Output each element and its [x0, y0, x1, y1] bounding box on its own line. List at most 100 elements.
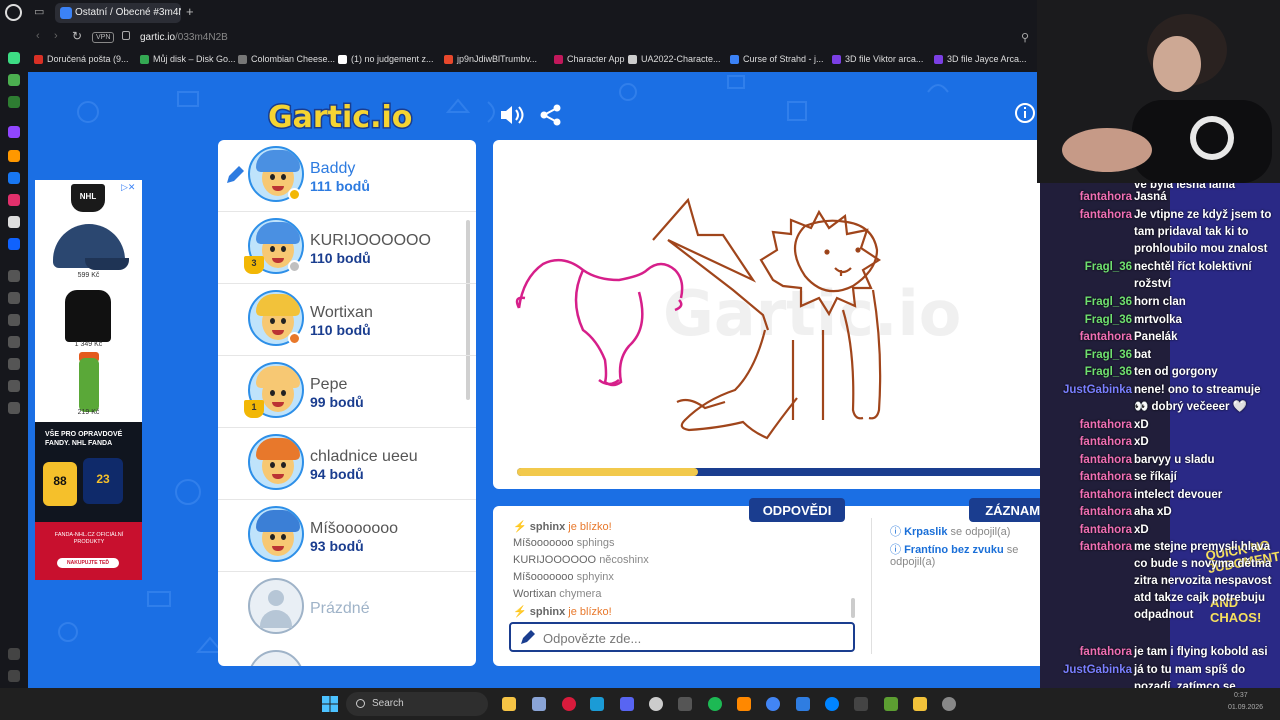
chat-username: JustGabinka: [1062, 663, 1132, 676]
nhl-advertisement[interactable]: NHL ▷✕ 599 Kč 1 349 Kč 219 Kč VŠE PRO OP…: [35, 180, 142, 580]
windows-start-icon[interactable]: [322, 696, 338, 712]
app-icon-2[interactable]: [649, 697, 663, 711]
sidebar-percent-icon[interactable]: [8, 150, 20, 162]
discord-icon[interactable]: [620, 697, 634, 711]
player-points: 111 bodů: [310, 178, 370, 194]
share-icon[interactable]: [540, 104, 562, 126]
forward-icon[interactable]: ›: [54, 30, 58, 42]
url-field[interactable]: gartic.io/033m4N2B: [140, 32, 228, 43]
lock-icon[interactable]: [122, 31, 130, 40]
ad-shop-button[interactable]: NAKUPUJTE TEĎ: [57, 558, 119, 568]
chat-text: nechtěl říct kolektivní rožství: [1134, 261, 1252, 290]
tab-records[interactable]: ZÁZNAMY: [969, 498, 1040, 522]
active-tab[interactable]: Ostatní / Obecné #3m4N2B: [55, 3, 181, 23]
app-icon-3[interactable]: [796, 697, 810, 711]
avatar-hair: [256, 222, 300, 244]
messenger-icon[interactable]: [825, 697, 839, 711]
sidebar-more-icon[interactable]: [8, 670, 20, 682]
chat-text: horn clan: [1134, 296, 1186, 308]
opera-logo-icon[interactable]: [5, 4, 22, 21]
sidebar-aria-icon[interactable]: [8, 74, 20, 86]
player-row[interactable]: Wortixan 110 bodů: [218, 284, 476, 356]
sidebar-box-icon[interactable]: [8, 380, 20, 392]
ad-banner[interactable]: VŠE PRO OPRAVDOVÉ FANDY. NHL FANDA 88 23…: [35, 422, 142, 580]
app-icon[interactable]: [532, 697, 546, 711]
answer-message: ⚡ sphinx je blízko!: [513, 605, 612, 618]
app-icon-4[interactable]: [854, 697, 868, 711]
sidebar-x-icon[interactable]: [8, 216, 20, 228]
bookmark-item[interactable]: Colombian Cheese...: [238, 54, 335, 64]
bookmark-item[interactable]: Character App: [554, 54, 625, 64]
bookmark-item[interactable]: jp9nJdiwBlTrumbv...: [444, 54, 537, 64]
sidebar-app-icon[interactable]: [8, 96, 20, 108]
vlc-icon[interactable]: [737, 697, 751, 711]
answer-text: chymera: [559, 588, 602, 600]
answers-scrollbar[interactable]: [851, 598, 855, 618]
file-explorer-icon[interactable]: [502, 697, 516, 711]
info-icon[interactable]: [1014, 102, 1036, 124]
webcam-overlay: [1037, 0, 1280, 183]
spotify-icon[interactable]: [708, 697, 722, 711]
ad-bottle-image[interactable]: [79, 358, 99, 412]
bookmark-favicon-icon: [730, 55, 739, 64]
sidebar-speed-dial-icon[interactable]: [8, 52, 20, 64]
tray-date[interactable]: 01.09.2026: [1228, 704, 1263, 711]
vpn-badge[interactable]: VPN: [92, 32, 115, 43]
sidebar-app-icon-2[interactable]: [8, 238, 20, 250]
chat-username: fantahora: [1079, 191, 1132, 203]
back-icon[interactable]: ‹: [36, 30, 40, 42]
minecraft-icon[interactable]: [884, 697, 898, 711]
tray-time[interactable]: 0:37: [1234, 692, 1248, 699]
gartic-logo[interactable]: Gartic.io: [266, 96, 430, 137]
obs-icon[interactable]: [942, 697, 956, 711]
player-row[interactable]: 1 Pepe 99 bodů: [218, 356, 476, 428]
chat-username: Fragl_36: [1084, 366, 1132, 378]
answer-message: ⚡ sphinx je blízko!: [513, 520, 612, 533]
player-row[interactable]: Baddy 111 bodů: [218, 140, 476, 212]
sidebar-gx-icon[interactable]: [8, 648, 20, 660]
avatar-eye: [270, 534, 275, 540]
sidebar-history-icon[interactable]: [8, 270, 20, 282]
chat-text: mrtvolka: [1134, 313, 1182, 326]
chrome-icon[interactable]: [766, 697, 780, 711]
sidebar-messenger-icon[interactable]: [8, 172, 20, 184]
ad-close-icon[interactable]: ▷✕: [121, 182, 135, 193]
adobe-icon[interactable]: [678, 697, 692, 711]
tab-overview-icon[interactable]: ▭: [34, 5, 48, 19]
player-row[interactable]: 3 KURIJOOOOOO 110 bodů: [218, 212, 476, 284]
answer-placeholder: Odpovězte zde...: [543, 631, 642, 646]
new-tab-button[interactable]: +: [186, 4, 194, 19]
sidebar-settings-icon[interactable]: [8, 402, 20, 414]
player-name: Míšooooooo: [310, 520, 399, 537]
bookmark-item[interactable]: 3D file Jayce Arca...: [934, 54, 1027, 64]
steam-icon[interactable]: [590, 697, 604, 711]
app-icon-5[interactable]: [913, 697, 927, 711]
pin-icon[interactable]: ⚲: [1021, 31, 1029, 44]
sound-muted-icon[interactable]: [498, 104, 524, 126]
bookmark-item[interactable]: UA2022-Characte...: [628, 54, 721, 64]
sidebar-heart-icon[interactable]: [8, 314, 20, 326]
sidebar-twitch-icon[interactable]: [8, 126, 20, 138]
avatar-eye: [270, 462, 275, 468]
answer-input[interactable]: Odpovězte zde...: [509, 622, 855, 652]
tab-answers[interactable]: ODPOVĚDI: [749, 498, 845, 522]
drawing-canvas[interactable]: Gartic.io: [493, 140, 1040, 489]
bookmark-item[interactable]: 3D file Viktor arca...: [832, 54, 923, 64]
sidebar-download-icon[interactable]: [8, 358, 20, 370]
player-row[interactable]: Míšooooooo 93 bodů: [218, 500, 476, 572]
bookmark-item[interactable]: Můj disk – Disk Go...: [140, 54, 236, 64]
bookmark-item[interactable]: (1) no judgement z...: [338, 54, 434, 64]
round-timer-fill: [517, 468, 698, 476]
windows-taskbar: Search 0:37 01.09.2026: [0, 688, 1280, 720]
sidebar-player-icon[interactable]: [8, 292, 20, 304]
opera-gx-icon[interactable]: [562, 697, 576, 711]
bookmark-label: (1) no judgement z...: [351, 54, 434, 64]
bookmark-item[interactable]: Doručená pošta (9...: [34, 54, 129, 64]
sidebar-clock-icon[interactable]: [8, 336, 20, 348]
player-row[interactable]: chladnice ueeu 94 bodů: [218, 428, 476, 500]
reload-icon[interactable]: ↻: [72, 29, 82, 43]
sidebar-instagram-icon[interactable]: [8, 194, 20, 206]
taskbar-search[interactable]: Search: [346, 692, 488, 716]
bookmark-item[interactable]: Curse of Strahd - j...: [730, 54, 824, 64]
ad-hoodie-image[interactable]: [65, 290, 111, 342]
